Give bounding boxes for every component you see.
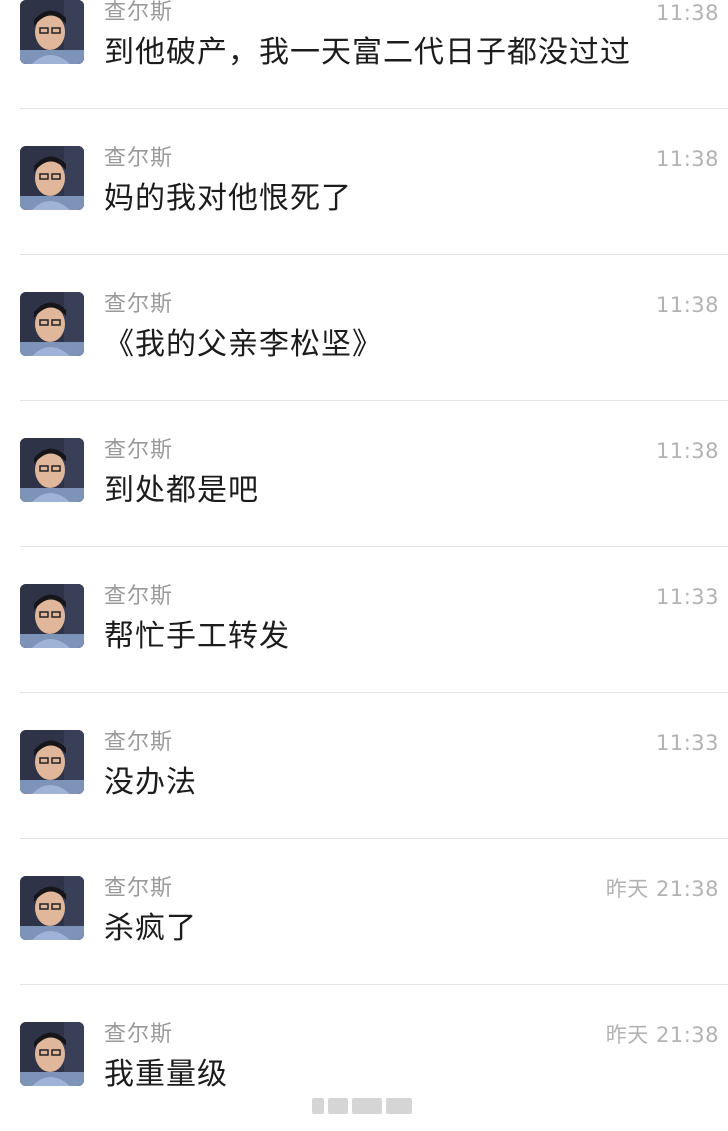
message-time: 11:38	[655, 1, 719, 25]
avatar[interactable]	[20, 730, 84, 794]
sender-name: 查尔斯	[104, 730, 174, 755]
sender-name: 查尔斯	[104, 0, 174, 25]
watermark	[312, 1098, 416, 1116]
sender-name: 查尔斯	[104, 584, 174, 609]
message-time: 11:38	[655, 293, 719, 317]
list-item[interactable]: 查尔斯 11:33 帮忙手工转发	[0, 547, 728, 693]
message-text: 帮忙手工转发	[104, 619, 290, 654]
sender-name: 查尔斯	[104, 146, 174, 171]
message-text: 我重量级	[104, 1057, 228, 1092]
avatar[interactable]	[20, 876, 84, 940]
message-list: 查尔斯 11:38 到他破产，我一天富二代日子都没过过 查尔斯 11:38 妈的…	[0, 0, 728, 1131]
list-item[interactable]: 查尔斯 11:38 到他破产，我一天富二代日子都没过过	[0, 0, 728, 109]
list-item[interactable]: 查尔斯 11:38 到处都是吧	[0, 401, 728, 547]
avatar[interactable]	[20, 438, 84, 502]
message-time: 11:38	[655, 147, 719, 171]
avatar[interactable]	[20, 1022, 84, 1086]
message-time: 昨天 21:38	[605, 1023, 719, 1047]
message-text: 到他破产，我一天富二代日子都没过过	[104, 35, 631, 70]
message-text: 妈的我对他恨死了	[104, 181, 352, 216]
message-text: 没办法	[104, 765, 197, 800]
message-text: 到处都是吧	[104, 473, 259, 508]
list-item[interactable]: 查尔斯 11:33 没办法	[0, 693, 728, 839]
avatar[interactable]	[20, 0, 84, 64]
sender-name: 查尔斯	[104, 1022, 174, 1047]
message-time: 11:33	[655, 731, 719, 755]
message-time: 昨天 21:38	[605, 877, 719, 901]
list-item[interactable]: 查尔斯 11:38 妈的我对他恨死了	[0, 109, 728, 255]
avatar[interactable]	[20, 292, 84, 356]
sender-name: 查尔斯	[104, 438, 174, 463]
message-text: 杀疯了	[104, 911, 197, 946]
sender-name: 查尔斯	[104, 292, 174, 317]
avatar[interactable]	[20, 584, 84, 648]
message-time: 11:33	[655, 585, 719, 609]
list-item[interactable]: 查尔斯 昨天 21:38 杀疯了	[0, 839, 728, 985]
message-text: 《我的父亲李松坚》	[104, 327, 383, 362]
sender-name: 查尔斯	[104, 876, 174, 901]
message-time: 11:38	[655, 439, 719, 463]
list-item[interactable]: 查尔斯 11:38 《我的父亲李松坚》	[0, 255, 728, 401]
avatar[interactable]	[20, 146, 84, 210]
